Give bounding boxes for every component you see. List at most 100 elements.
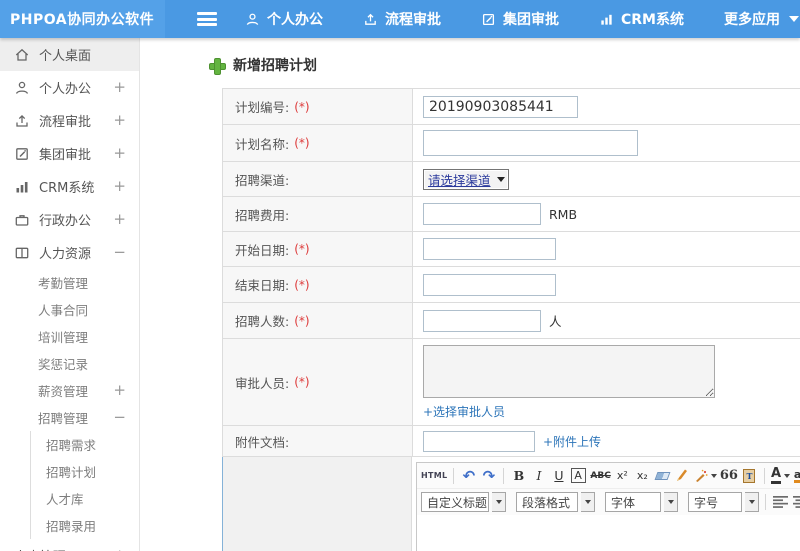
approvers-textarea[interactable] (423, 345, 715, 398)
editor-toolbar-row2: 自定义标题 段落格式 字体 字号 (417, 489, 800, 515)
form-row-plan-name: 计划名称: (*) (223, 125, 800, 162)
menu-icon[interactable] (197, 12, 217, 26)
italic-button[interactable]: I (530, 466, 547, 485)
sidebar-item-personnel-mgmt[interactable]: 人事管理 + (0, 539, 139, 551)
choose-approvers-link[interactable]: +选择审批人员 (423, 403, 505, 420)
hr-submenu: 考勤管理 人事合同 培训管理 奖惩记录 薪资管理 + 招聘管理 − 招聘需求 招聘计… (0, 269, 139, 539)
sidebar-item-salary[interactable]: 薪资管理 + (0, 377, 139, 404)
field-label: 附件文档: (235, 434, 290, 450)
page-title: 新增招聘计划 (233, 58, 317, 74)
html-source-button[interactable]: HTML (421, 466, 447, 485)
bold-button[interactable]: B (510, 466, 527, 485)
form-row-start-date: 开始日期: (*) (223, 232, 800, 267)
nav-more-apps[interactable]: 更多应用 (724, 9, 799, 29)
paragraph-format-dropdown[interactable]: 段落格式 (516, 492, 578, 512)
nav-personal-office[interactable]: 个人办公 (245, 9, 323, 29)
required-marker: (*) (294, 242, 310, 256)
superscript-button[interactable]: x² (614, 466, 631, 485)
sidebar-item-talent-pool[interactable]: 人才库 (31, 485, 139, 512)
sidebar-item-personal-office[interactable]: 个人办公 + (0, 71, 139, 104)
sidebar-item-recruit-plan[interactable]: 招聘计划 (31, 458, 139, 485)
align-left-icon[interactable] (772, 493, 789, 512)
top-nav-menu: 个人办公 流程审批 集团审批 CRM系统 更多应用 (245, 9, 799, 29)
dropdown-arrow-icon[interactable] (745, 492, 759, 512)
form-row-end-date: 结束日期: (*) (223, 267, 800, 303)
font-style-button[interactable]: A (571, 468, 587, 483)
expand-icon[interactable]: + (113, 179, 126, 194)
redo-icon[interactable]: ↷ (480, 466, 497, 485)
expand-icon[interactable]: + (113, 80, 126, 95)
channel-select[interactable]: 请选择渠道 (423, 168, 509, 190)
dropdown-arrow-icon[interactable] (664, 492, 678, 512)
fee-unit: RMB (549, 206, 578, 222)
recruit-submenu: 招聘需求 招聘计划 人才库 招聘录用 (30, 431, 139, 539)
nav-workflow-approval[interactable]: 流程审批 (363, 9, 441, 29)
home-icon (14, 47, 30, 63)
font-color-button[interactable]: A (770, 466, 791, 485)
plan-name-input[interactable] (423, 130, 638, 156)
end-date-input[interactable] (423, 273, 556, 296)
subscript-button[interactable]: x₂ (634, 466, 651, 485)
collapse-icon[interactable]: − (113, 245, 126, 260)
select-arrow-icon (496, 176, 505, 182)
required-marker: (*) (294, 99, 310, 114)
sidebar-item-recruit-mgmt[interactable]: 招聘管理 − (0, 404, 139, 431)
field-label: 招聘人数: (235, 314, 290, 329)
font-family-dropdown[interactable]: 字体 (605, 492, 661, 512)
expand-icon[interactable]: + (113, 146, 126, 161)
briefcase-icon (14, 212, 30, 228)
attachment-upload-link[interactable]: +附件上传 (543, 433, 601, 450)
sidebar-item-training[interactable]: 培训管理 (0, 323, 139, 350)
sidebar-item-recruit-hire[interactable]: 招聘录用 (31, 512, 139, 539)
bar-chart-icon (14, 179, 30, 195)
editor-content-area[interactable] (417, 515, 800, 551)
field-label: 开始日期: (235, 242, 290, 258)
undo-icon[interactable]: ↶ (460, 466, 477, 485)
sidebar-item-group-approval[interactable]: 集团审批 + (0, 137, 139, 170)
headcount-input[interactable] (423, 309, 541, 332)
sidebar-item-recruit-demand[interactable]: 招聘需求 (31, 431, 139, 458)
sidebar-item-workflow-approval[interactable]: 流程审批 + (0, 104, 139, 137)
nav-group-approval[interactable]: 集团审批 (481, 9, 559, 29)
custom-title-dropdown[interactable]: 自定义标题 (421, 492, 489, 512)
attachment-input[interactable] (423, 430, 535, 452)
chevron-down-icon (784, 473, 791, 478)
recruit-plan-form: 计划编号: (*) 计划名称: (*) 招聘渠道: 请选择渠道 (222, 88, 800, 551)
plan-number-input[interactable] (423, 95, 578, 118)
paste-icon[interactable]: T (741, 466, 758, 485)
app-logo[interactable]: PHPOA协同办公软件 (0, 0, 165, 38)
form-row-fee: 招聘费用: RMB (223, 197, 800, 232)
approval-edit-icon (14, 146, 30, 162)
person-icon (14, 80, 30, 96)
underline-button[interactable]: U (550, 466, 567, 485)
start-date-input[interactable] (423, 238, 556, 260)
sidebar-item-hr[interactable]: 人力资源 − (0, 236, 139, 269)
expand-icon[interactable]: + (113, 212, 126, 227)
sidebar-item-admin-office[interactable]: 行政办公 + (0, 203, 139, 236)
sidebar-item-crm-system[interactable]: CRM系统 + (0, 170, 139, 203)
eraser-icon[interactable] (654, 466, 671, 485)
book-icon (14, 245, 30, 261)
dropdown-arrow-icon[interactable] (492, 492, 506, 512)
expand-icon[interactable]: + (113, 383, 126, 398)
strikethrough-button[interactable]: ABC (590, 466, 610, 485)
page-header: 新增招聘计划 (209, 54, 800, 76)
sidebar-item-attendance[interactable]: 考勤管理 (0, 269, 139, 296)
dropdown-arrow-icon[interactable] (581, 492, 595, 512)
collapse-icon[interactable]: − (113, 410, 126, 425)
sidebar-item-rewards[interactable]: 奖惩记录 (0, 350, 139, 377)
required-marker: (*) (294, 136, 310, 150)
auto-format-icon[interactable] (694, 466, 717, 485)
form-row-channel: 招聘渠道: 请选择渠道 (223, 162, 800, 197)
nav-crm-system[interactable]: CRM系统 (599, 9, 684, 29)
field-label: 审批人员: (235, 375, 290, 391)
fee-input[interactable] (423, 203, 541, 225)
format-brush-icon[interactable] (674, 466, 691, 485)
expand-icon[interactable]: + (113, 113, 126, 128)
sidebar-item-desktop[interactable]: 个人桌面 (0, 38, 139, 71)
sidebar-item-hr-contract[interactable]: 人事合同 (0, 296, 139, 323)
highlight-color-button[interactable]: ab (793, 466, 800, 485)
blockquote-button[interactable]: 66 (720, 466, 738, 485)
align-center-icon[interactable] (792, 493, 800, 512)
font-size-dropdown[interactable]: 字号 (688, 492, 742, 512)
